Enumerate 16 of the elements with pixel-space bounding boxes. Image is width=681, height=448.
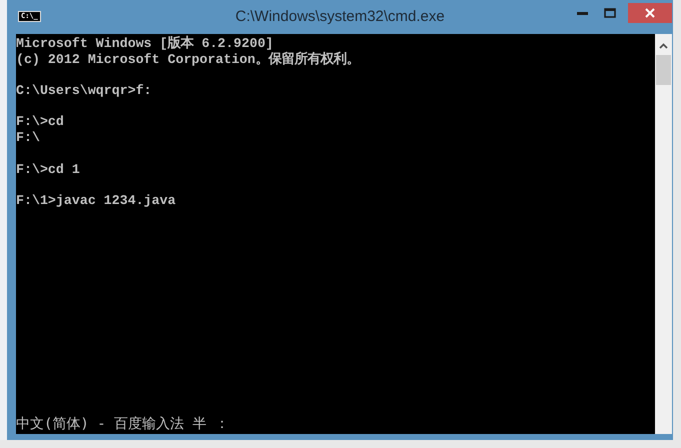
scrollbar[interactable] bbox=[655, 34, 672, 434]
console-line: F:\1>javac 1234.java bbox=[16, 192, 176, 209]
scroll-up-icon[interactable] bbox=[659, 43, 668, 49]
console-line: F:\ bbox=[16, 130, 40, 146]
console-line: F:\>cd bbox=[16, 114, 64, 130]
ime-status: 中文(简体) - 百度输入法 半 ： bbox=[16, 416, 230, 432]
console-line: F:\>cd 1 bbox=[16, 162, 80, 178]
console-line: C:\Users\wqrqr>f: bbox=[16, 83, 152, 99]
maximize-icon bbox=[604, 8, 616, 18]
close-button[interactable] bbox=[628, 3, 672, 23]
minimize-icon bbox=[576, 12, 588, 14]
close-icon bbox=[645, 8, 655, 18]
console-line: Microsoft Windows [版本 6.2.9200] bbox=[16, 36, 274, 52]
scroll-thumb[interactable] bbox=[656, 55, 671, 85]
console-line: (c) 2012 Microsoft Corporation。保留所有权利。 bbox=[16, 52, 360, 68]
window-title: C:\Windows\system32\cmd.exe bbox=[235, 8, 445, 25]
